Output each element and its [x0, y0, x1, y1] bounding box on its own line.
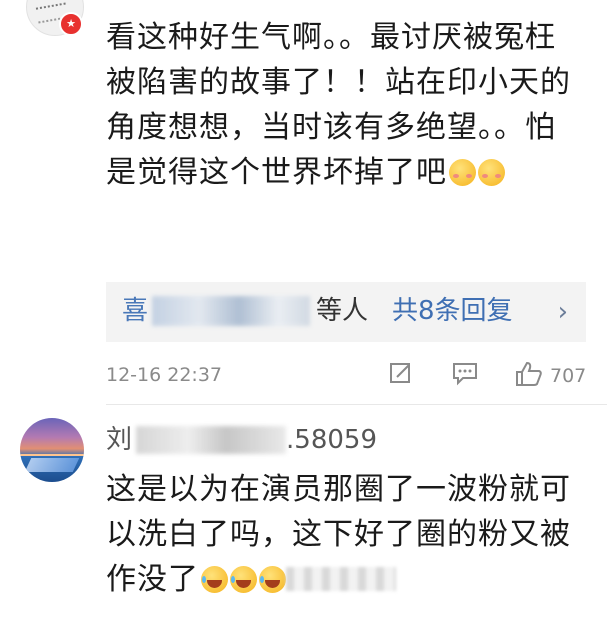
- laughing-emoji-icon: [259, 566, 286, 593]
- laughing-emoji-icon: [230, 566, 257, 593]
- reply-users[interactable]: 喜 等人: [122, 294, 368, 328]
- reply-user-name[interactable]: 喜: [122, 294, 148, 328]
- reply-users-suffix: 等人: [316, 296, 369, 326]
- flushed-emoji-icon: [478, 159, 505, 186]
- username-prefix[interactable]: 刘: [106, 422, 132, 458]
- flushed-emoji-icon: [449, 159, 476, 186]
- chevron-right-icon[interactable]: ›: [558, 295, 568, 329]
- commenter-username[interactable]: 刘 .58059: [106, 422, 377, 458]
- reply-count-link[interactable]: 共8条回复: [392, 294, 513, 328]
- replies-summary[interactable]: 喜 等人 共8条回复 ›: [106, 282, 586, 342]
- comment-time: 12-16 22:37: [106, 364, 223, 386]
- comment-icon[interactable]: [451, 360, 479, 390]
- blurred-text: [286, 567, 396, 591]
- like-count: 707: [550, 365, 587, 387]
- comment-text: 这是以为在演员那圈了一波粉就可以洗白了吗，这下好了圈的粉又被作没了: [106, 467, 586, 602]
- thumbs-up-icon[interactable]: [514, 360, 544, 392]
- blurred-username: [152, 296, 311, 326]
- blurred-username: [136, 426, 287, 454]
- comment-text: 看这种好生气啊。。最讨厌被冤枉被陷害的故事了！！站在印小天的角度想想，当时该有多…: [106, 15, 586, 195]
- laughing-emoji-icon: [201, 566, 228, 593]
- verified-badge-icon: ★: [59, 12, 83, 36]
- divider: [106, 404, 607, 405]
- edit-icon[interactable]: [388, 360, 414, 390]
- commenter-avatar[interactable]: [20, 418, 84, 482]
- username-suffix[interactable]: .58059: [286, 422, 377, 458]
